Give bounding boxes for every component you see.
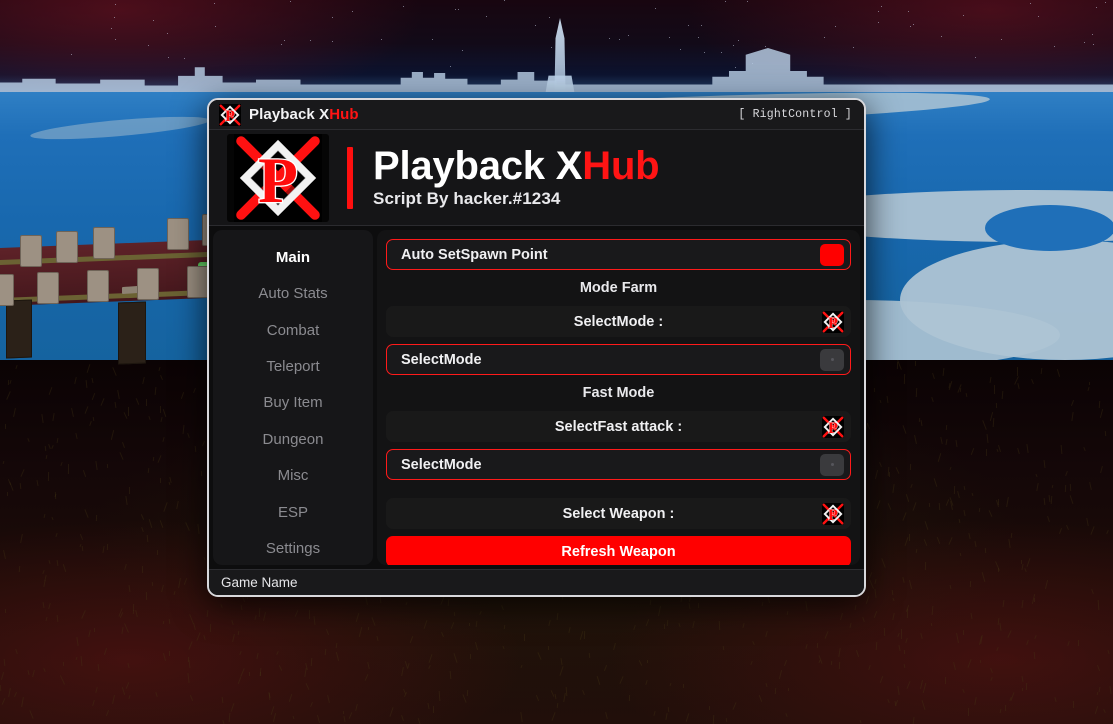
banner-title: Playback XHub [373, 146, 659, 188]
sidebar-item-combat[interactable]: Combat [213, 314, 373, 346]
bridge-post [93, 227, 115, 259]
bridge-post [20, 235, 42, 267]
select-weapon-label: Select Weapon : [387, 506, 850, 522]
bridge-post [87, 270, 109, 302]
bridge-post [37, 272, 59, 304]
sidebar-item-buy-item[interactable]: Buy Item [213, 387, 373, 419]
auto-setspawn-point-label: Auto SetSpawn Point [401, 247, 548, 263]
refresh-weapon-button[interactable]: Refresh Weapon [386, 536, 851, 565]
window-title: Playback XHub [249, 106, 359, 123]
bridge-post [167, 218, 189, 250]
sidebar-item-auto-stats[interactable]: Auto Stats [213, 277, 373, 309]
bridge-post [0, 274, 14, 306]
auto-setspawn-point-toggle[interactable] [820, 244, 844, 266]
hub-banner: Playback XHub Script By hacker.#1234 [209, 130, 864, 226]
select-fast-attack-dropdown-row[interactable]: SelectFast attack : [386, 411, 851, 442]
select-mode-dropdown-row[interactable]: SelectMode : [386, 306, 851, 337]
fast-mode-toggle[interactable] [820, 454, 844, 476]
playback-p-logo-icon [227, 134, 329, 222]
toggle-keybind-label: [ RightControl ] [738, 108, 852, 121]
sidebar-item-label: Dungeon [263, 431, 324, 448]
select-mode-toggle[interactable] [820, 349, 844, 371]
select-mode-toggle-row[interactable]: SelectMode [386, 344, 851, 375]
sidebar-item-label: ESP [278, 504, 308, 521]
sidebar-item-label: Combat [267, 322, 320, 339]
window-statusbar: Game Name [209, 569, 864, 595]
bridge-post [187, 266, 209, 298]
bridge-pier [6, 300, 32, 359]
banner-title-main: Playback X [373, 144, 582, 188]
sidebar-item-main[interactable]: Main [213, 241, 373, 273]
select-weapon-dropdown-row[interactable]: Select Weapon : [386, 498, 851, 529]
water-pool [985, 205, 1113, 251]
playback-p-logo-icon[interactable] [822, 416, 844, 438]
sidebar-item-label: Settings [266, 540, 320, 557]
playback-p-logo-icon[interactable] [822, 311, 844, 333]
auto-setspawn-point-row[interactable]: Auto SetSpawn Point [386, 239, 851, 270]
sidebar-item-label: Auto Stats [258, 285, 327, 302]
sidebar-item-teleport[interactable]: Teleport [213, 350, 373, 382]
fast-mode-toggle-label: SelectMode [401, 457, 482, 473]
sidebar-item-settings[interactable]: Settings [213, 533, 373, 565]
window-title-accent: Hub [329, 106, 358, 123]
playback-p-logo-icon[interactable] [822, 503, 844, 525]
game-name-label: Game Name [221, 575, 298, 590]
sidebar-item-label: Main [276, 249, 310, 266]
window-body: Main Auto Stats Combat Teleport Buy Item… [209, 226, 864, 569]
window-title-main: Playback X [249, 106, 329, 123]
playback-p-logo-icon [219, 104, 241, 126]
bridge-post [56, 231, 78, 263]
banner-title-accent: Hub [582, 144, 659, 188]
sidebar-item-misc[interactable]: Misc [213, 460, 373, 492]
section-title-fast-mode: Fast Mode [386, 382, 851, 404]
fast-mode-toggle-row[interactable]: SelectMode [386, 449, 851, 480]
sidebar-item-esp[interactable]: ESP [213, 496, 373, 528]
sidebar-item-label: Misc [278, 467, 309, 484]
window-titlebar[interactable]: Playback XHub [ RightControl ] [209, 100, 864, 130]
select-mode-toggle-label: SelectMode [401, 352, 482, 368]
section-title-mode-farm: Mode Farm [386, 277, 851, 299]
banner-text-group: Playback XHub Script By hacker.#1234 [373, 146, 659, 210]
sidebar-item-dungeon[interactable]: Dungeon [213, 423, 373, 455]
banner-subtitle: Script By hacker.#1234 [373, 189, 659, 209]
select-mode-dropdown-label: SelectMode : [387, 314, 850, 330]
sidebar-item-label: Teleport [266, 358, 319, 375]
main-content-panel: Auto SetSpawn Point Mode Farm SelectMode… [377, 230, 860, 565]
sidebar-item-label: Buy Item [263, 394, 322, 411]
select-fast-attack-label: SelectFast attack : [387, 419, 850, 435]
banner-accent-bar [347, 147, 353, 209]
bridge-pier [118, 301, 146, 364]
bridge-post [137, 268, 159, 300]
playback-x-hub-window[interactable]: Playback XHub [ RightControl ] Playback … [207, 98, 866, 597]
sidebar-navigation[interactable]: Main Auto Stats Combat Teleport Buy Item… [213, 230, 373, 565]
